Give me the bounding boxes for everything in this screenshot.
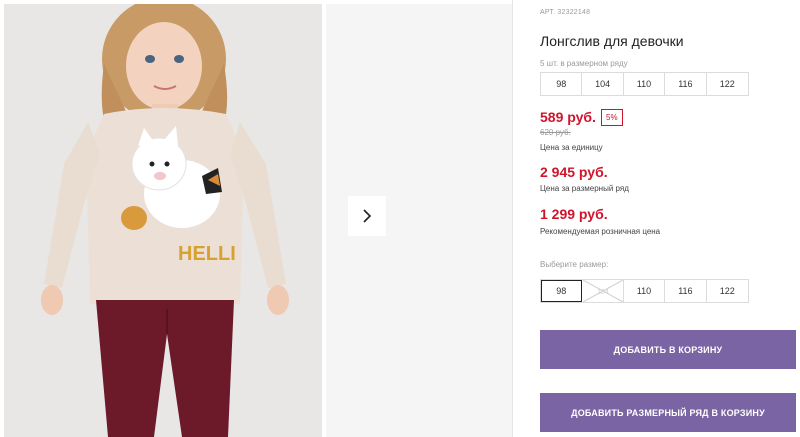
old-price: 620 руб. [540, 128, 571, 137]
shirt-print-text: HELLI [178, 243, 236, 265]
series-count-label: 5 шт. в размерном ряду [540, 59, 628, 68]
series-size: 116 [665, 73, 707, 95]
size-selector: 98 104 110 116 122 [540, 279, 749, 303]
unit-price-note: Цена за единицу [540, 143, 603, 152]
series-price-note: Цена за размерный ряд [540, 184, 629, 193]
size-option-122[interactable]: 122 [706, 280, 748, 302]
unit-price: 589 руб. [540, 109, 596, 125]
discount-badge: 5% [601, 109, 623, 126]
series-size: 122 [706, 73, 748, 95]
product-title: Лонгслив для девочки [540, 33, 684, 49]
rrp-price-note: Рекомендуемая розничная цена [540, 227, 661, 236]
series-size: 104 [582, 73, 624, 95]
choose-size-label: Выберите размер: [540, 260, 609, 269]
rrp-price: 1 299 руб. [540, 206, 608, 222]
size-option-98[interactable]: 98 [541, 280, 583, 302]
add-series-to-cart-button[interactable]: ДОБАВИТЬ РАЗМЕРНЫЙ РЯД В КОРЗИНУ [540, 393, 796, 432]
add-to-cart-button[interactable]: ДОБАВИТЬ В КОРЗИНУ [540, 330, 796, 369]
product-page: HELLI АРТ. 32322148 Лонгслив для девочки… [0, 0, 800, 437]
unavailable-cross-icon: 104 [582, 280, 623, 302]
size-option-label: 104 [597, 289, 609, 296]
gallery-next-button[interactable] [348, 196, 386, 236]
size-option-110[interactable]: 110 [623, 280, 666, 302]
product-sku: АРТ. 32322148 [540, 9, 591, 16]
series-price: 2 945 руб. [540, 164, 608, 180]
series-size: 110 [623, 73, 666, 95]
size-option-116[interactable]: 116 [665, 280, 707, 302]
product-photo: HELLI [4, 4, 322, 437]
chevron-right-icon [363, 209, 372, 223]
girl-longsleeve-photo: HELLI [4, 4, 322, 437]
series-size-list: 98 104 110 116 122 [540, 72, 749, 96]
series-size: 98 [541, 73, 583, 95]
product-gallery: HELLI [0, 0, 512, 437]
size-option-104-unavailable: 104 [582, 280, 624, 302]
column-divider [512, 0, 513, 437]
product-info: АРТ. 32322148 Лонгслив для девочки 5 шт.… [540, 0, 800, 437]
